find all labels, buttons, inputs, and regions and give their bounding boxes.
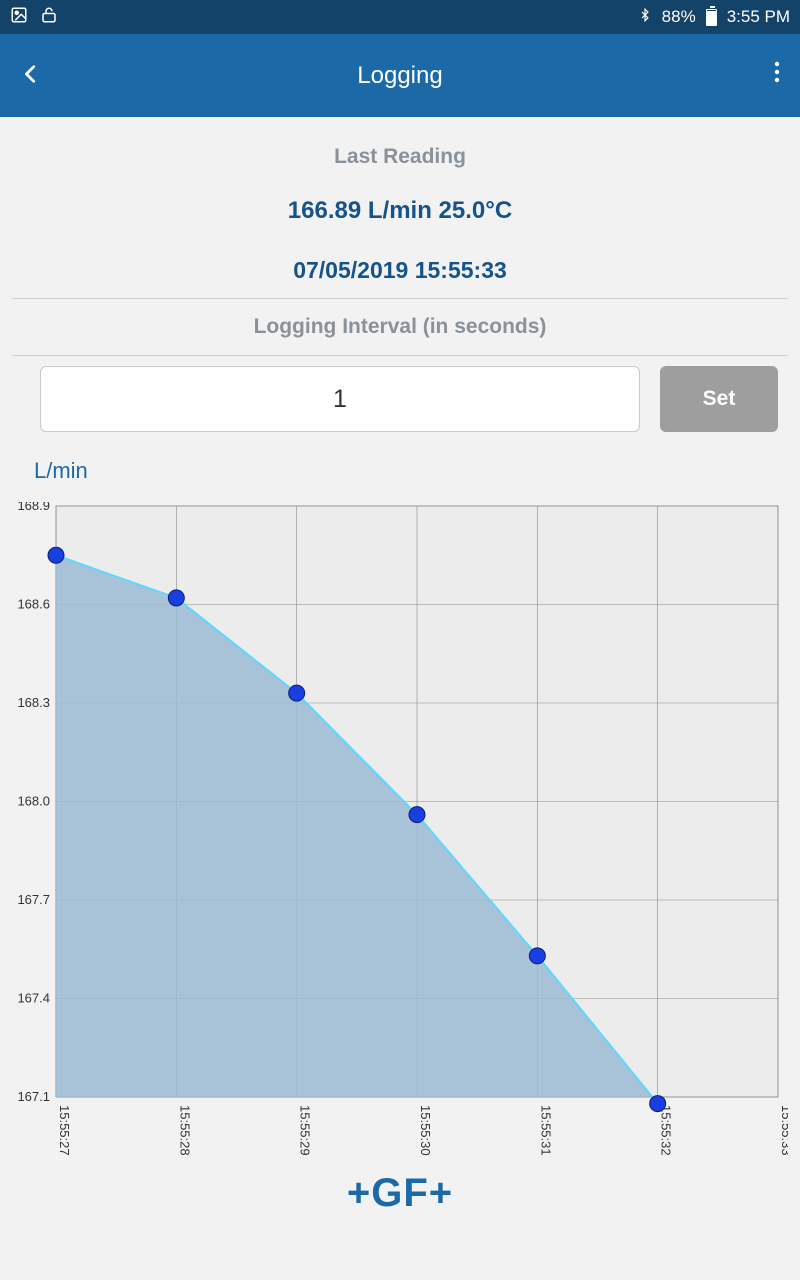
interval-row: Set <box>0 356 800 432</box>
battery-icon <box>706 9 717 26</box>
svg-text:15:55:29: 15:55:29 <box>298 1105 313 1156</box>
divider <box>12 298 788 299</box>
status-left <box>10 6 58 29</box>
svg-text:167.7: 167.7 <box>17 892 50 907</box>
svg-text:168.3: 168.3 <box>17 695 50 710</box>
svg-text:168.9: 168.9 <box>17 502 50 513</box>
lock-open-icon <box>40 6 58 29</box>
svg-text:167.4: 167.4 <box>17 991 50 1006</box>
status-time: 3:55 PM <box>727 7 790 27</box>
svg-text:168.6: 168.6 <box>17 597 50 612</box>
y-axis-unit: L/min <box>34 458 800 484</box>
svg-text:167.1: 167.1 <box>17 1089 50 1104</box>
last-reading-timestamp: 07/05/2019 15:55:33 <box>0 257 800 298</box>
last-reading-value: 166.89 L/min 25.0°C <box>0 197 800 225</box>
svg-text:15:55:28: 15:55:28 <box>177 1105 192 1156</box>
last-reading-label: Last Reading <box>0 145 800 169</box>
set-button[interactable]: Set <box>660 366 778 432</box>
brand-logo: +GF+ <box>0 1171 800 1216</box>
svg-text:15:55:31: 15:55:31 <box>538 1105 553 1156</box>
content: Last Reading 166.89 L/min 25.0°C 07/05/2… <box>0 145 800 1216</box>
more-menu-button[interactable] <box>774 60 780 91</box>
back-button[interactable] <box>20 60 60 92</box>
status-right: 88% 3:55 PM <box>638 5 790 30</box>
status-bar: 88% 3:55 PM <box>0 0 800 34</box>
logging-interval-label: Logging Interval (in seconds) <box>0 315 800 355</box>
svg-text:15:55:30: 15:55:30 <box>418 1105 433 1156</box>
interval-input[interactable] <box>40 366 640 432</box>
svg-text:15:55:32: 15:55:32 <box>659 1105 674 1156</box>
svg-text:15:55:27: 15:55:27 <box>57 1105 72 1156</box>
battery-percent: 88% <box>662 7 696 27</box>
picture-icon <box>10 6 28 29</box>
page-title: Logging <box>0 62 800 90</box>
bluetooth-icon <box>638 5 652 30</box>
svg-text:168.0: 168.0 <box>17 794 50 809</box>
svg-text:15:55:33: 15:55:33 <box>779 1105 788 1156</box>
chart[interactable]: 167.1 167.4 167.7 168.0 168.3 168.6 168.9 15:55… <box>12 502 788 1167</box>
app-bar: Logging <box>0 34 800 117</box>
